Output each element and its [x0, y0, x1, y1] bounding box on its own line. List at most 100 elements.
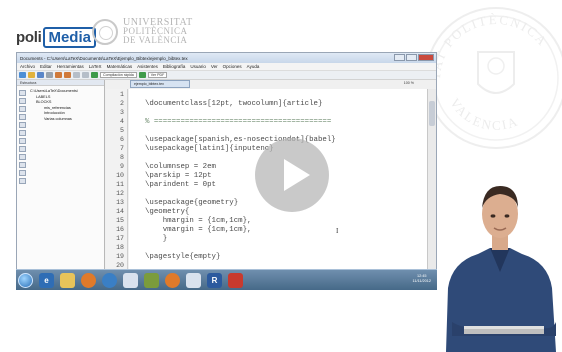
- close-button[interactable]: [418, 54, 434, 61]
- menu-item[interactable]: Bibliografía: [163, 64, 186, 69]
- side-greek-icon[interactable]: [19, 122, 26, 128]
- quick-build-select[interactable]: Compilación rápida: [100, 72, 137, 78]
- line-number: 7: [120, 145, 124, 152]
- tab-document[interactable]: ejemplo_bibtex.tex: [130, 80, 190, 88]
- firefox-icon[interactable]: [81, 272, 96, 288]
- code-line: \columnsep = 2em: [145, 163, 216, 171]
- open-file-icon[interactable]: [28, 72, 35, 78]
- logo-poli-text: poli: [16, 28, 42, 46]
- start-button-icon[interactable]: [18, 272, 33, 288]
- texmaker-window: Documents - C:\Users\LaTeX\Documents\LaT…: [16, 52, 437, 290]
- structure-panel: Estructura C:\Users\LaTeX\Documents\ LABE…: [17, 80, 105, 269]
- menu-item[interactable]: Matemáticas: [107, 64, 133, 69]
- code-line: }: [145, 235, 168, 243]
- side-favorites-icon[interactable]: [19, 146, 26, 152]
- menu-item[interactable]: Editar: [40, 64, 52, 69]
- side-mostused-icon[interactable]: [19, 138, 26, 144]
- upv-name: UNIVERSITAT POLITÈCNICA DE VALÈNCIA: [123, 17, 193, 45]
- line-number: 18: [116, 244, 124, 251]
- line-number: 12: [116, 190, 124, 197]
- code-line: \parindent = 0pt: [145, 181, 216, 189]
- line-number: 19: [116, 253, 124, 260]
- code-line: \usepackage{geometry}: [145, 199, 239, 207]
- presenter-figure: [438, 186, 562, 352]
- side-relation-icon[interactable]: [19, 98, 26, 104]
- redo-icon[interactable]: [64, 72, 71, 78]
- undo-icon[interactable]: [55, 72, 62, 78]
- line-number: 14: [116, 208, 124, 215]
- tree-item-label: Introducción: [44, 111, 65, 115]
- zoom-level[interactable]: 100 %: [404, 81, 414, 85]
- code-line: \usepackage[latin1]{inputenc}: [145, 145, 274, 153]
- tree-item-label: C:\Users\LaTeX\Documents\: [30, 89, 78, 93]
- menu-item[interactable]: Archivo: [20, 64, 35, 69]
- code-line: \geometry{: [145, 208, 190, 216]
- menu-item[interactable]: Herramientas: [57, 64, 84, 69]
- tree-item-label: LABELS: [36, 94, 51, 99]
- system-tray-clock[interactable]: 12:45 11/11/2012: [413, 274, 431, 284]
- tree-item-label: mis_referencias: [44, 105, 71, 110]
- window-titlebar[interactable]: Documents - C:\Users\LaTeX\Documents\LaT…: [17, 53, 436, 63]
- r-app-icon[interactable]: R: [207, 272, 222, 288]
- view-arrow-icon[interactable]: [138, 72, 146, 78]
- editor-scrollbar[interactable]: [427, 89, 436, 269]
- line-number: 13: [116, 199, 124, 206]
- side-pstricks-icon[interactable]: [19, 162, 26, 168]
- menu-item[interactable]: Usuario: [190, 64, 206, 69]
- window-controls: [394, 54, 434, 61]
- line-number: 5: [120, 127, 124, 134]
- code-line: vmargin = {1cm,1cm},: [145, 226, 252, 234]
- polimedia-logo: poli Media: [16, 22, 96, 52]
- code-line: hmargin = {1cm,1cm},: [145, 217, 252, 225]
- structure-tree: C:\Users\LaTeX\Documents\ LABELS BLOCKS mis…: [30, 89, 78, 122]
- texmaker-icon[interactable]: [144, 272, 159, 288]
- play-icon[interactable]: [255, 138, 329, 212]
- tree-item-label: Varias columnas: [44, 116, 72, 121]
- line-number: 1: [120, 91, 124, 98]
- document-viewer-icon[interactable]: [186, 272, 201, 288]
- windows-taskbar: e R 12:45 11/11/2012: [16, 269, 437, 290]
- view-pdf-select[interactable]: Ver PDF: [147, 72, 168, 78]
- print-icon[interactable]: [46, 72, 53, 78]
- menu-item[interactable]: Ayuda: [247, 64, 260, 69]
- structure-panel-title: Estructura: [17, 80, 104, 86]
- scrollbar-thumb[interactable]: [429, 101, 435, 126]
- menu-item[interactable]: LaTeX: [89, 64, 102, 69]
- code-line: % ======================================…: [145, 118, 332, 126]
- side-tikz-icon[interactable]: [19, 170, 26, 176]
- line-number: 20: [116, 262, 124, 269]
- pdf-reader-icon[interactable]: [228, 272, 243, 288]
- side-metapost-icon[interactable]: [19, 154, 26, 160]
- tree-item-label: BLOCKS: [36, 100, 52, 104]
- firefox-2-icon[interactable]: [165, 272, 180, 288]
- text-cursor-icon: I: [336, 227, 339, 235]
- tree-item[interactable]: Varias columnas: [30, 117, 78, 123]
- menu-item[interactable]: Ver: [211, 64, 218, 69]
- side-icon-strip: [19, 90, 27, 184]
- copy-icon[interactable]: [82, 72, 89, 78]
- side-delimiter-icon[interactable]: [19, 114, 26, 120]
- code-line: \parskip = 12pt: [145, 172, 212, 180]
- menu-item[interactable]: Asistentes: [137, 64, 158, 69]
- notepad-icon[interactable]: [123, 272, 138, 288]
- menu-item[interactable]: Opciones: [223, 64, 242, 69]
- media-player-icon[interactable]: [102, 272, 117, 288]
- save-icon[interactable]: [37, 72, 44, 78]
- side-symbol-icon[interactable]: [19, 130, 26, 136]
- explorer-folder-icon[interactable]: [60, 272, 75, 288]
- line-number: 3: [120, 109, 124, 116]
- upv-seal-icon: [92, 18, 118, 45]
- ie-icon[interactable]: e: [39, 272, 54, 288]
- cut-icon[interactable]: [73, 72, 80, 78]
- run-arrow-icon[interactable]: [91, 72, 98, 78]
- maximize-button[interactable]: [406, 54, 417, 61]
- side-structure-icon[interactable]: [19, 90, 26, 96]
- code-line: \pagestyle{empty}: [145, 253, 221, 261]
- new-file-icon[interactable]: [19, 72, 26, 78]
- main-toolbar: Compilación rápida Ver PDF: [17, 71, 436, 80]
- upv-watermark-seal: TAT POLITÈCNICA VALENCIA: [425, 7, 562, 149]
- code-line: \documentclass[12pt, twocolumn]{article}: [145, 100, 323, 108]
- side-arrow-icon[interactable]: [19, 106, 26, 112]
- side-asymptote-icon[interactable]: [19, 178, 26, 184]
- minimize-button[interactable]: [394, 54, 405, 61]
